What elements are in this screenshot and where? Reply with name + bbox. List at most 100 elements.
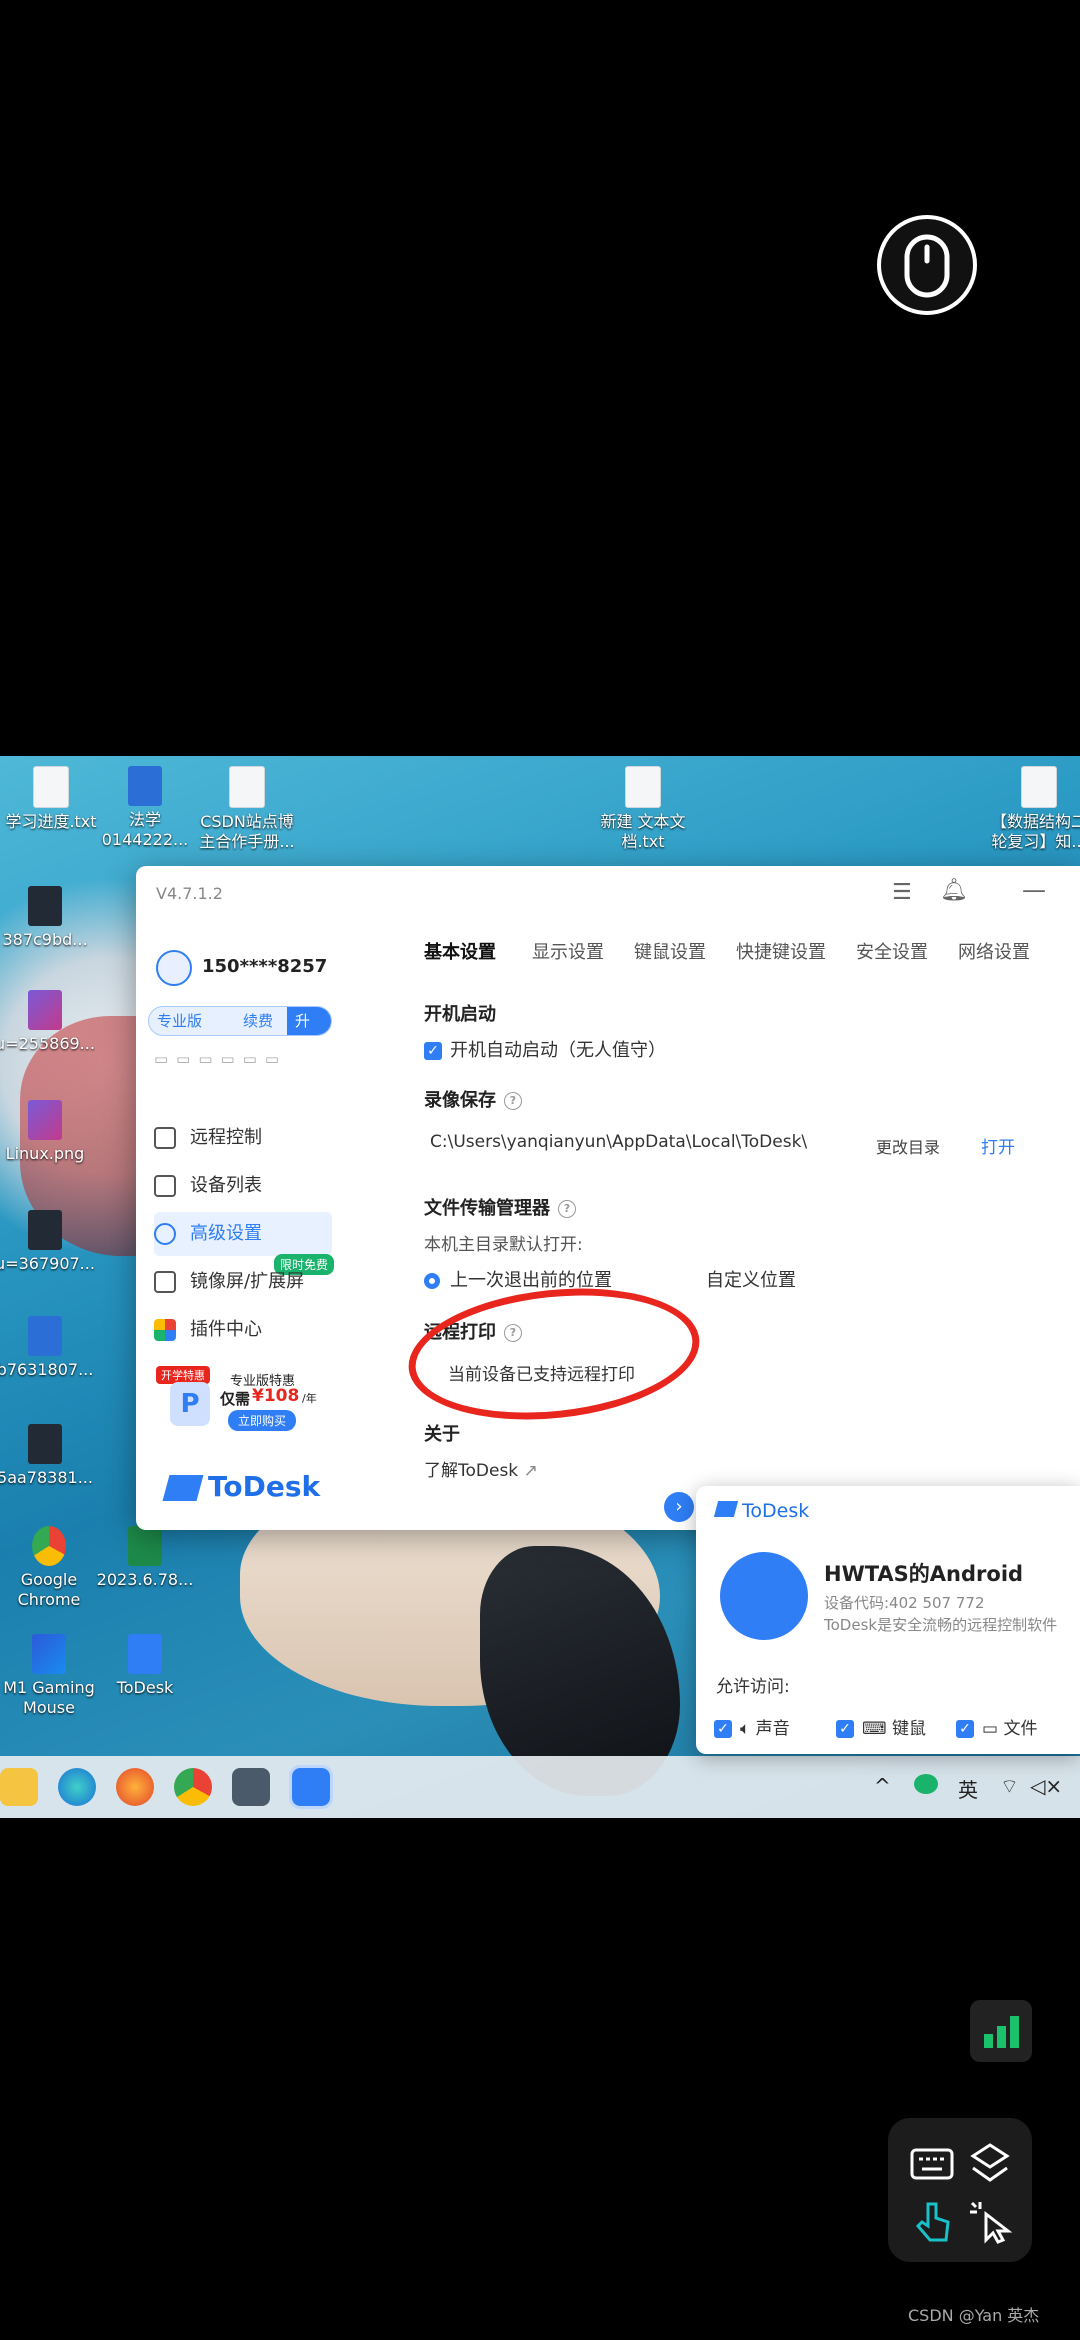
desktop-icon[interactable]: Google Chrome xyxy=(0,1526,104,1610)
desktop-icon[interactable]: 法学 0144222... xyxy=(90,766,200,850)
about-todesk-link[interactable]: 了解ToDesk ↗ xyxy=(424,1456,538,1481)
perm-label: 键鼠 xyxy=(891,1719,926,1739)
external-link-icon: ↗ xyxy=(523,1461,538,1481)
text-file-icon xyxy=(1021,766,1057,808)
switch-mode-icon[interactable] xyxy=(970,2142,1010,2184)
desktop-icon-label: b7631807... xyxy=(0,1360,94,1379)
image-icon xyxy=(28,1100,62,1140)
nav-advanced-settings[interactable]: 高级设置 xyxy=(154,1212,332,1256)
image-icon xyxy=(28,1424,62,1464)
help-icon[interactable]: ? xyxy=(504,1092,522,1110)
checkbox-checked-icon: ✓ xyxy=(424,1042,442,1060)
desktop-icon-label: u=367907... xyxy=(0,1254,95,1273)
taskbar: ^ 英 ⌔ ◁× xyxy=(0,1756,1080,1818)
desktop-icon[interactable]: u=255869... xyxy=(0,990,100,1054)
touch-mode-icon[interactable] xyxy=(912,2198,954,2244)
menu-icon[interactable]: ☰ xyxy=(892,880,912,905)
mouse-mode-button[interactable] xyxy=(877,215,977,315)
nav-label: 设备列表 xyxy=(190,1175,262,1196)
mouse-icon xyxy=(904,234,950,298)
text-file-icon xyxy=(33,766,69,808)
auto-start-checkbox[interactable]: ✓ 开机自动启动（无人值守） xyxy=(424,1036,666,1062)
wechat-icon[interactable] xyxy=(914,1774,938,1794)
tab-display-settings[interactable]: 显示设置 xyxy=(532,938,604,964)
file-explorer-icon[interactable] xyxy=(0,1768,38,1806)
desktop-icon[interactable]: M1 Gaming Mouse xyxy=(0,1634,104,1718)
mouse-pointer-mode-icon[interactable] xyxy=(968,2198,1014,2244)
buy-now-button[interactable]: 立即购买 xyxy=(228,1410,297,1431)
chevron-up-icon[interactable]: ^ xyxy=(874,1774,891,1798)
tab-network-settings[interactable]: 网络设置 xyxy=(958,938,1030,964)
desktop-icon-label: 387c9bd... xyxy=(2,930,88,949)
monitor-icon xyxy=(154,1127,176,1149)
desktop-icon[interactable]: 【数据结构二 轮复习】知... xyxy=(984,766,1080,852)
desktop-icon[interactable]: b7631807... xyxy=(0,1316,100,1380)
folder-icon: ▭ xyxy=(982,1719,999,1739)
record-path: C:\Users\yanqianyun\AppData\Local\ToDesk… xyxy=(430,1132,808,1152)
file-transfer-subtitle: 本机主目录默认打开: xyxy=(424,1235,583,1255)
tab-shortcut-settings[interactable]: 快捷键设置 xyxy=(736,938,826,964)
desktop-icon[interactable]: Linux.png xyxy=(0,1100,100,1164)
desktop-icon-label: 法学 0144222... xyxy=(101,810,189,849)
record-title-text: 录像保存 xyxy=(424,1090,496,1111)
signal-strength-button[interactable] xyxy=(970,2000,1032,2062)
remote-desktop-icon[interactable] xyxy=(232,1768,270,1806)
chevron-right-icon[interactable]: › xyxy=(664,1492,694,1522)
signal-bar xyxy=(997,2026,1006,2048)
device-avatar xyxy=(720,1552,808,1640)
nav-remote-control[interactable]: 远程控制 xyxy=(154,1116,332,1160)
desktop-icon[interactable]: 387c9bd... xyxy=(0,886,100,950)
minimize-button[interactable]: — xyxy=(1022,876,1046,904)
tab-security-settings[interactable]: 安全设置 xyxy=(856,938,928,964)
ime-indicator[interactable]: 英 xyxy=(958,1774,978,1803)
checkbox-checked-icon: ✓ xyxy=(956,1720,974,1738)
perm-file-checkbox[interactable]: ✓ ▭ 文件 xyxy=(956,1714,1037,1739)
keyboard-icon[interactable] xyxy=(910,2148,954,2180)
bell-icon[interactable]: 🔔︎ xyxy=(940,878,968,903)
nav-device-list[interactable]: 设备列表 xyxy=(154,1164,332,1208)
nav-mirror-screen[interactable]: 镜像屏/扩展屏 xyxy=(154,1260,332,1304)
wifi-icon[interactable]: ⌔ xyxy=(1000,1774,1019,1799)
tab-keyboard-mouse-settings[interactable]: 键鼠设置 xyxy=(634,938,706,964)
desktop-icon[interactable]: CSDN站点博 主合作手册... xyxy=(192,766,302,852)
promo-banner[interactable]: 开学特惠 P 专业版特惠 仅需 ¥108 /年 立即购买 xyxy=(156,1366,336,1434)
help-icon[interactable]: ? xyxy=(558,1200,576,1218)
desktop-icon[interactable]: 新建 文本文 档.txt xyxy=(588,766,698,852)
volume-icon[interactable]: ◁× xyxy=(1030,1774,1062,1798)
upgrade-button[interactable]: 升级 xyxy=(287,1007,331,1058)
perm-sound-checkbox[interactable]: ✓ 🔈︎ 声音 xyxy=(714,1714,790,1739)
open-directory-link[interactable]: 打开 xyxy=(981,1133,1015,1158)
chrome-icon[interactable] xyxy=(174,1768,212,1806)
desktop-icon[interactable]: 5aa78381... xyxy=(0,1424,100,1488)
plan-bar: 专业版 续费 升级 xyxy=(148,1006,332,1058)
version-label: V4.7.1.2 xyxy=(156,884,223,903)
tab-basic-settings[interactable]: 基本设置 xyxy=(424,938,496,964)
radio-custom-location[interactable]: 自定义位置 xyxy=(706,1266,796,1292)
allow-access-label: 允许访问: xyxy=(716,1677,790,1697)
plan-pro-label: 专业版 xyxy=(157,1012,203,1030)
avatar[interactable] xyxy=(156,950,192,986)
change-directory-button[interactable]: 更改目录 xyxy=(876,1134,940,1158)
pro-badge-icon: P xyxy=(170,1382,210,1426)
nav-plugin-center[interactable]: 插件中心 xyxy=(154,1308,332,1352)
todesk-logo: ToDesk xyxy=(162,1470,320,1503)
desktop-icon-label: 5aa78381... xyxy=(0,1468,93,1487)
nav-label: 镜像屏/扩展屏 xyxy=(190,1271,305,1292)
desktop-icon-label: Linux.png xyxy=(5,1144,85,1163)
desktop-icon[interactable]: 2023.6.78... xyxy=(90,1526,200,1590)
text-file-icon xyxy=(625,766,661,808)
firefox-icon[interactable] xyxy=(116,1768,154,1806)
about-link-text: 了解ToDesk xyxy=(424,1461,519,1481)
desktop-icon-label: 2023.6.78... xyxy=(96,1570,194,1589)
todesk-icon[interactable] xyxy=(289,1765,333,1809)
about-section-title: 关于 xyxy=(424,1424,460,1445)
desktop-icon[interactable]: u=367907... xyxy=(0,1210,100,1274)
desktop-icon[interactable]: ToDesk xyxy=(90,1634,200,1698)
file-transfer-section-title: 文件传输管理器? xyxy=(424,1194,576,1220)
perm-keyboard-mouse-checkbox[interactable]: ✓ ⌨︎ 键鼠 xyxy=(836,1714,926,1739)
promo-price-prefix: 仅需 xyxy=(220,1390,251,1408)
device-name: HWTAS的Android xyxy=(824,1562,1024,1586)
notif-brand-text: ToDesk xyxy=(742,1500,810,1522)
edge-icon[interactable] xyxy=(58,1768,96,1806)
renew-button[interactable]: 续费 xyxy=(235,1007,281,1035)
